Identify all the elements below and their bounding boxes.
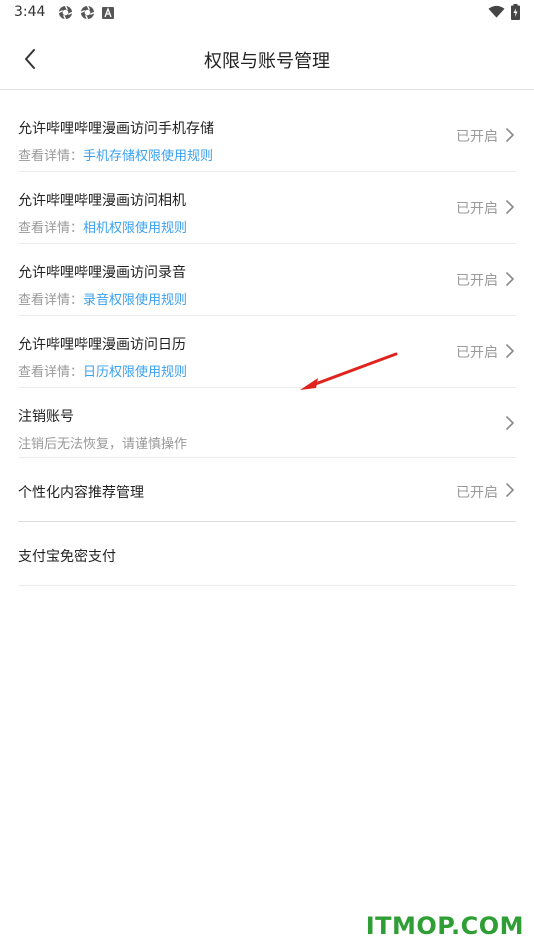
permission-row-microphone[interactable]: 允许哔哩哔哩漫画访问录音 查看详情：录音权限使用规则 已开启 [18, 244, 516, 316]
chevron-right-icon [506, 416, 514, 430]
chevron-right-icon [506, 483, 514, 497]
battery-charging-icon [511, 4, 520, 20]
status-label: 已开启 [456, 201, 498, 217]
detail-prefix: 查看详情： [18, 149, 84, 164]
row-title: 个性化内容推荐管理 [18, 485, 144, 501]
cancel-account-row[interactable]: 注销账号 注销后无法恢复，请谨慎操作 [18, 388, 516, 458]
page-title: 权限与账号管理 [204, 51, 330, 72]
notification-a-icon [102, 6, 114, 19]
row-title: 允许哔哩哔哩漫画访问手机存储 [18, 121, 214, 137]
permission-row-storage[interactable]: 允许哔哩哔哩漫画访问手机存储 查看详情：手机存储权限使用规则 已开启 [18, 100, 516, 172]
status-bar: 3:44 [0, 0, 534, 28]
status-icons-right [488, 4, 520, 20]
chevron-right-icon [506, 128, 514, 142]
nav-bar: 权限与账号管理 [0, 28, 534, 90]
detail-prefix: 查看详情： [18, 293, 84, 308]
status-time: 3:44 [14, 4, 46, 20]
chevron-right-icon [506, 344, 514, 358]
status-label: 已开启 [456, 129, 498, 145]
watermark: ITMOP.COM [365, 912, 524, 940]
alipay-row[interactable]: 支付宝免密支付 [18, 522, 516, 586]
wifi-icon [488, 5, 505, 18]
microphone-rules-link[interactable]: 录音权限使用规则 [83, 293, 187, 308]
row-title: 允许哔哩哔哩漫画访问相机 [18, 193, 186, 209]
personalization-row[interactable]: 个性化内容推荐管理 已开启 [18, 458, 516, 522]
storage-rules-link[interactable]: 手机存储权限使用规则 [83, 149, 213, 164]
row-title: 允许哔哩哔哩漫画访问录音 [18, 265, 186, 281]
permission-row-camera[interactable]: 允许哔哩哔哩漫画访问相机 查看详情：相机权限使用规则 已开启 [18, 172, 516, 244]
row-subtitle: 查看详情：日历权限使用规则 [18, 361, 187, 380]
gear-icon [80, 5, 95, 20]
calendar-rules-link[interactable]: 日历权限使用规则 [83, 365, 187, 380]
row-title: 允许哔哩哔哩漫画访问日历 [18, 337, 186, 353]
settings-list: 允许哔哩哔哩漫画访问手机存储 查看详情：手机存储权限使用规则 已开启 允许哔哩哔… [18, 100, 516, 586]
row-subtitle: 注销后无法恢复，请谨慎操作 [18, 437, 188, 452]
status-label: 已开启 [456, 485, 498, 501]
row-subtitle: 查看详情：录音权限使用规则 [18, 289, 187, 308]
chevron-right-icon [506, 200, 514, 214]
chevron-right-icon [506, 272, 514, 286]
row-subtitle: 查看详情：相机权限使用规则 [18, 217, 187, 236]
annotation-arrow-icon [300, 352, 398, 390]
status-label: 已开启 [456, 273, 498, 289]
detail-prefix: 查看详情： [18, 221, 84, 236]
status-label: 已开启 [456, 345, 498, 361]
detail-prefix: 查看详情： [18, 365, 84, 380]
row-title: 支付宝免密支付 [18, 549, 116, 565]
row-title: 注销账号 [18, 409, 74, 425]
permission-row-calendar[interactable]: 允许哔哩哔哩漫画访问日历 查看详情：日历权限使用规则 已开启 [18, 316, 516, 388]
status-icons-left [58, 5, 114, 20]
camera-rules-link[interactable]: 相机权限使用规则 [83, 221, 187, 236]
gear-icon [58, 5, 73, 20]
row-subtitle: 查看详情：手机存储权限使用规则 [18, 145, 213, 164]
